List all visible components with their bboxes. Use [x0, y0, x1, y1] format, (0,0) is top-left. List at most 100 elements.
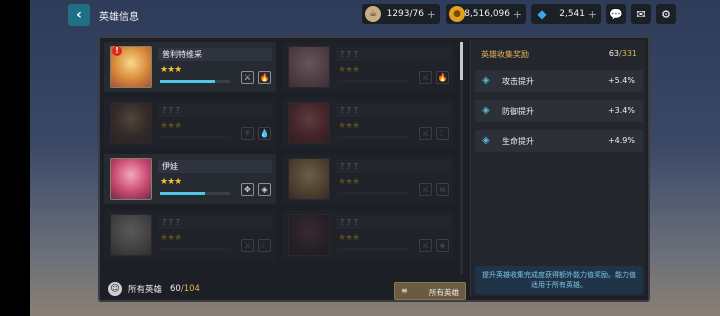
- settings-button[interactable]: ⚙: [656, 4, 676, 24]
- reward-count-current: 63: [608, 49, 620, 58]
- plus-icon[interactable]: +: [427, 8, 436, 21]
- filter-label: 所有英雄: [429, 288, 459, 297]
- hero-list-scrollbar[interactable]: [460, 42, 463, 274]
- hero-name: ? ? ?: [336, 104, 450, 117]
- hero-name: ? ? ?: [336, 48, 450, 61]
- hero-card[interactable]: ! 普利特维采 ★★★ ⚔ 🔥: [104, 42, 276, 92]
- reward-title: 英雄收集奖励: [481, 50, 529, 59]
- hero-card[interactable]: ? ? ? ★★★ ⚔ ◈: [282, 210, 454, 260]
- element-icon: 🔥: [258, 71, 271, 84]
- stat-label: 攻击提升: [502, 77, 534, 86]
- stat-value: +3.4%: [607, 106, 635, 115]
- hero-portrait: [288, 102, 330, 144]
- hero-portrait: [288, 214, 330, 256]
- gems-value: 2,541: [559, 9, 585, 19]
- gems-resource[interactable]: ◆ 2,541 +: [531, 4, 601, 24]
- class-icon: ⚔: [419, 239, 432, 252]
- hero-progress-bar: [160, 136, 230, 139]
- reward-header: 英雄收集奖励 63/331: [475, 46, 643, 62]
- gold-coin-icon: ●: [449, 6, 465, 22]
- class-icon: ⚔: [419, 183, 432, 196]
- scrollbar-thumb[interactable]: [460, 42, 463, 80]
- element-icon: ☾: [436, 127, 449, 140]
- coffee-cup-icon: ☕: [365, 6, 381, 22]
- hero-panel: ! 普利特维采 ★★★ ⚔ 🔥 ? ? ? ★★★ ⚔ 🔥 ? ? ? ★★★ ⛨ 💧 ? ? ? ★★★ ⚔…: [98, 36, 650, 302]
- element-icon: 💧: [258, 127, 271, 140]
- hero-progress-bar: [338, 80, 408, 83]
- class-icon: ⛨: [241, 127, 254, 140]
- hero-card[interactable]: ? ? ? ★★★ ⚔ ʍ: [282, 154, 454, 204]
- hero-count: 60/104: [170, 284, 200, 294]
- stat-label: 防御提升: [502, 107, 534, 116]
- element-icon: ☾: [258, 239, 271, 252]
- hero-card[interactable]: ? ? ? ★★★ ⚔ 🔥: [282, 42, 454, 92]
- hero-name: ? ? ?: [158, 216, 272, 229]
- hero-stars: ★★★: [338, 233, 360, 243]
- stat-value: +5.4%: [607, 76, 635, 85]
- reward-note: 提升英雄收集完成度获得额外能力值奖励。能力值适用于所有英雄。: [475, 266, 643, 294]
- diamond-icon: ◆: [537, 7, 547, 21]
- gold-value: 8,516,096: [464, 9, 510, 19]
- hero-progress-bar: [338, 248, 408, 251]
- hero-count-current: 60: [170, 284, 181, 294]
- collection-reward-panel: 英雄收集奖励 63/331 ◈ 攻击提升 +5.4% ◈ 防御提升 +3.4% …: [470, 40, 646, 296]
- filter-icon: ≡: [401, 286, 408, 295]
- stat-label: 生命提升: [502, 137, 534, 146]
- chat-icon: 💬: [609, 7, 623, 21]
- hero-portrait: [110, 102, 152, 144]
- class-icon: ⚔: [419, 127, 432, 140]
- hero-stars: ★★★: [338, 121, 360, 131]
- diamond-outline-icon: ◈: [482, 75, 490, 86]
- hero-portrait: [110, 158, 152, 200]
- alert-icon: !: [112, 46, 122, 56]
- element-icon: ◈: [436, 239, 449, 252]
- stat-row-defense: ◈ 防御提升 +3.4%: [475, 100, 643, 122]
- hero-progress-bar: [338, 136, 408, 139]
- hero-card[interactable]: ? ? ? ★★★ ⛨ 💧: [104, 98, 276, 148]
- hero-progress-bar: [160, 80, 230, 83]
- diamond-outline-icon: ◈: [482, 135, 490, 146]
- plus-icon[interactable]: +: [513, 8, 522, 21]
- hero-stars: ★★★: [160, 233, 182, 243]
- class-icon: ✥: [241, 183, 254, 196]
- back-button[interactable]: ‹: [68, 4, 90, 26]
- element-icon: 🔥: [436, 71, 449, 84]
- black-letterbox: [0, 0, 30, 316]
- progress-fill: [160, 80, 215, 83]
- hero-portrait: [288, 158, 330, 200]
- gold-resource[interactable]: ● 8,516,096 +: [446, 4, 526, 24]
- class-icon: ⚔: [241, 239, 254, 252]
- mail-icon: ✉: [636, 7, 646, 21]
- class-icon: ⚔: [419, 71, 432, 84]
- stat-row-attack: ◈ 攻击提升 +5.4%: [475, 70, 643, 92]
- filter-button[interactable]: ≡ 所有英雄: [394, 282, 466, 300]
- reward-count-total: /331: [619, 49, 637, 58]
- settings-icon: ⚙: [661, 7, 671, 21]
- hero-progress-bar: [338, 192, 408, 195]
- class-icon: ⚔: [241, 71, 254, 84]
- plus-icon[interactable]: +: [588, 8, 597, 21]
- hero-stars: ★★★: [160, 121, 182, 131]
- stat-row-health: ◈ 生命提升 +4.9%: [475, 130, 643, 152]
- hero-name: ? ? ?: [158, 104, 272, 117]
- hero-name: ? ? ?: [336, 216, 450, 229]
- hero-stars: ★★★: [338, 177, 360, 187]
- hero-card[interactable]: ? ? ? ★★★ ⚔ ☾: [104, 210, 276, 260]
- element-icon: ◈: [258, 183, 271, 196]
- hero-group-icon: ☺: [108, 282, 122, 296]
- hero-stars: ★★★: [160, 177, 182, 187]
- hero-card[interactable]: 伊娃 ★★★ ✥ ◈: [104, 154, 276, 204]
- stamina-resource[interactable]: ☕ 1293/76 +: [362, 4, 440, 24]
- stamina-value: 1293/76: [386, 9, 424, 19]
- hero-progress-bar: [160, 192, 230, 195]
- stat-value: +4.9%: [607, 136, 635, 145]
- hero-portrait: [288, 46, 330, 88]
- hero-count-total: /104: [180, 284, 200, 294]
- chat-button[interactable]: 💬: [606, 4, 626, 24]
- hero-card[interactable]: ? ? ? ★★★ ⚔ ☾: [282, 98, 454, 148]
- mail-button[interactable]: ✉: [631, 4, 651, 24]
- page-title: 英雄信息: [99, 12, 139, 23]
- hero-count-footer: ☺ 所有英雄 60/104: [108, 282, 200, 296]
- hero-list[interactable]: ! 普利特维采 ★★★ ⚔ 🔥 ? ? ? ★★★ ⚔ 🔥 ? ? ? ★★★ ⛨ 💧 ? ? ? ★★★ ⚔…: [104, 42, 460, 274]
- progress-fill: [160, 192, 205, 195]
